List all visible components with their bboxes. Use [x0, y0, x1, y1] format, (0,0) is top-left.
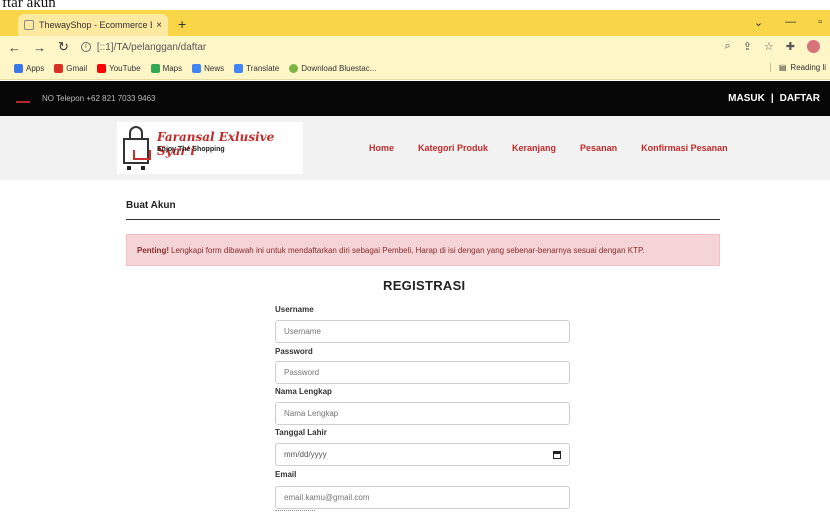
phone-icon [16, 95, 30, 103]
phone-info: NO Telepon +62 821 7033 9463 [16, 94, 156, 103]
browser-tab-title: ThewayShop - Ecommerce Boot: [39, 20, 152, 30]
site-header: Faransal Exlusive Syar'i Enjoy The Shopp… [0, 116, 830, 180]
brand-name: Faransal Exlusive Syar'i [157, 130, 275, 158]
menu-konfirmasi-pesanan[interactable]: Konfirmasi Pesanan [641, 143, 728, 153]
email-label: Email [275, 470, 297, 479]
restore-icon[interactable]: ▫ [818, 16, 822, 29]
password-label: Password [275, 347, 313, 356]
menu-keranjang[interactable]: Keranjang [512, 143, 556, 153]
profile-avatar[interactable] [807, 40, 820, 53]
auth-separator: | [770, 93, 774, 104]
minimize-icon[interactable]: — [785, 16, 796, 29]
bookmark-maps[interactable]: Maps [150, 64, 182, 73]
browser-tab-bar: ThewayShop - Ecommerce Boot: × + ⌄ — ▫ [0, 10, 830, 36]
main-menu: Home Kategori Produk Keranjang Pesanan K… [369, 143, 752, 153]
bookmark-apps[interactable]: Apps [14, 64, 44, 73]
email-input[interactable] [275, 486, 570, 509]
url-text: [::1]/TA/pelanggan/daftar [96, 41, 207, 53]
bookmark-translate[interactable]: Translate [234, 64, 279, 73]
phone-number: NO Telepon +62 821 7033 9463 [42, 94, 156, 103]
bookmark-star-icon[interactable]: ☆ [764, 40, 774, 53]
bookmark-news[interactable]: News [192, 64, 224, 73]
maps-icon [150, 64, 160, 73]
tab-close-icon[interactable]: × [156, 20, 162, 31]
bookmarks-bar: Apps Gmail YouTube Maps News Translate D… [0, 58, 830, 80]
toolbar-icons: ⌕ ⇪ ☆ ✚ [725, 40, 820, 53]
form-title: REGISTRASI [383, 278, 466, 293]
calendar-icon[interactable] [553, 450, 561, 459]
next-field-cutoff [275, 510, 315, 514]
reading-list[interactable]: ▤ Reading li [769, 63, 826, 72]
zoom-icon[interactable]: ⌕ [725, 40, 731, 53]
browser-tab[interactable]: ThewayShop - Ecommerce Boot: × [18, 14, 168, 36]
url-field[interactable]: i [::1]/TA/pelanggan/daftar [80, 41, 207, 53]
birthdate-value: mm/dd/yyyy [284, 450, 327, 459]
site-topbar: NO Telepon +62 821 7033 9463 MASUK | DAF… [0, 81, 830, 116]
menu-home[interactable]: Home [369, 143, 394, 153]
birthdate-input[interactable]: mm/dd/yyyy [275, 443, 570, 466]
apps-icon [14, 64, 23, 73]
reload-icon[interactable]: ↻ [58, 39, 69, 55]
document-caption: ftar akun [0, 0, 830, 11]
register-link[interactable]: DAFTAR [780, 93, 820, 104]
forward-icon[interactable]: → [33, 40, 46, 55]
back-icon[interactable]: ← [8, 40, 21, 55]
password-input[interactable] [275, 361, 570, 384]
login-link[interactable]: MASUK [728, 93, 765, 104]
reading-list-icon: ▤ [778, 63, 787, 72]
window-controls: ⌄ — ▫ [754, 16, 822, 29]
bluestacks-icon [289, 64, 299, 73]
page-favicon-icon [24, 20, 34, 30]
brand-tagline: Enjoy The Shopping [157, 146, 225, 153]
translate-icon [234, 64, 244, 73]
alert-strong: Penting! [137, 245, 169, 255]
fullname-input[interactable] [275, 402, 570, 425]
menu-pesanan[interactable]: Pesanan [580, 143, 617, 153]
page-title: Buat Akun [126, 200, 176, 211]
shopping-bag-icon [121, 126, 151, 170]
fullname-label: Nama Lengkap [275, 387, 332, 396]
bookmark-youtube[interactable]: YouTube [97, 64, 141, 73]
alert-text: Lengkapi form dibawah ini untuk mendafta… [171, 245, 645, 255]
site-logo[interactable]: Faransal Exlusive Syar'i Enjoy The Shopp… [117, 122, 303, 174]
tab-search-icon[interactable]: ⌄ [754, 16, 763, 29]
new-tab-button[interactable]: + [178, 16, 186, 32]
alert-box: Penting! Lengkapi form dibawah ini untuk… [126, 234, 720, 266]
share-icon[interactable]: ⇪ [743, 40, 752, 53]
username-input[interactable] [275, 320, 570, 343]
bookmark-gmail[interactable]: Gmail [54, 64, 87, 73]
youtube-icon [97, 64, 107, 73]
gmail-icon [54, 64, 64, 73]
username-label: Username [275, 305, 314, 314]
auth-links: MASUK | DAFTAR [728, 93, 820, 104]
address-bar: ← → ↻ i [::1]/TA/pelanggan/daftar ⌕ ⇪ ☆ … [0, 36, 830, 58]
bookmark-bluestacks[interactable]: Download Bluestac... [289, 64, 376, 73]
news-icon [192, 64, 202, 73]
birthdate-label: Tanggal Lahir [275, 428, 327, 437]
menu-kategori-produk[interactable]: Kategori Produk [418, 143, 488, 153]
site-info-icon[interactable]: i [80, 42, 91, 52]
title-divider [126, 219, 720, 220]
extensions-icon[interactable]: ✚ [786, 40, 795, 53]
